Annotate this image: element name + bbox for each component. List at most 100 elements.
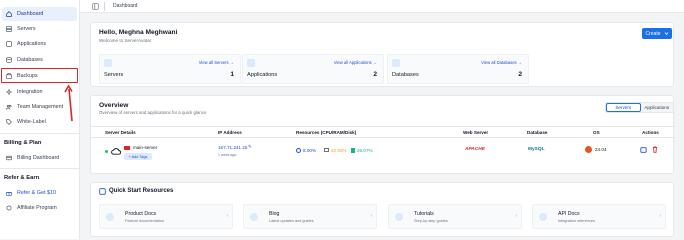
- sidebar-item-databases[interactable]: Databases: [2, 53, 77, 67]
- quick-start-card: Quick Start Resources Product Docs Featu…: [90, 182, 674, 237]
- sidebar-item-label: Integration: [17, 89, 43, 95]
- column-header: Web Server: [463, 130, 489, 135]
- stat-card-applications: View all Applications → Applications 2: [242, 54, 384, 84]
- chevron-down-icon: [664, 32, 668, 36]
- column-header: Actions: [642, 130, 659, 135]
- mysql-logo: MySQL: [528, 147, 545, 152]
- sidebar-item-affiliate[interactable]: Affiliate Program: [2, 201, 77, 215]
- sidebar-item-label: Refer & Get $10: [17, 190, 56, 196]
- flag-icon: [124, 146, 130, 150]
- team-icon: [6, 104, 12, 110]
- gift-icon: [6, 192, 12, 196]
- quick-start-title: Quick Start Resources: [109, 188, 174, 194]
- cpu-usage: 8.00%: [303, 148, 317, 153]
- tag-icon: [6, 119, 12, 125]
- arrow-right-icon: ›: [226, 213, 228, 219]
- created-ago: 1 week ago: [218, 153, 237, 157]
- ram-icon: [324, 148, 329, 152]
- sidebar-item-label: Servers: [17, 26, 36, 32]
- sidebar-item-label: Affiliate Program: [17, 205, 57, 211]
- stat-card-databases: View all Databases → Databases 2: [387, 54, 529, 84]
- os-version: 24.04: [595, 147, 607, 152]
- resource-title: Blog: [269, 211, 280, 217]
- view-all-servers-link[interactable]: View all Servers →: [199, 60, 234, 65]
- sidebar-item-servers[interactable]: Servers: [2, 22, 77, 36]
- sidebar-item-label: White-Label: [17, 119, 46, 125]
- top-bar: Dashboard: [80, 0, 684, 13]
- column-header: OS: [593, 130, 600, 135]
- ubuntu-icon: [585, 146, 592, 153]
- sidebar-toggle-icon: [91, 2, 99, 10]
- add-tags-button[interactable]: + Add Tags: [124, 153, 152, 160]
- view-all-applications-link[interactable]: View all Applications →: [334, 60, 377, 65]
- resource-title: Product Docs: [125, 211, 157, 217]
- sidebar-item-label: Backups: [17, 72, 38, 79]
- stat-label: Servers: [104, 72, 124, 78]
- stat-label: Databases: [392, 72, 419, 78]
- table-header: Server Details IP Address Resources (CPU…: [91, 126, 675, 138]
- overview-toggle: Servers Applications: [605, 102, 674, 113]
- topbar-separator: [104, 1, 105, 11]
- apps-icon: [6, 41, 12, 47]
- billing-icon: [6, 155, 12, 161]
- create-button[interactable]: Create: [642, 28, 672, 39]
- cpu-icon: [296, 148, 301, 153]
- apache-logo: APACHE: [465, 147, 485, 152]
- breadcrumb: Dashboard: [113, 3, 138, 9]
- tutorials-card[interactable]: Tutorials Step-by-step guides ›: [388, 204, 522, 229]
- column-header: Database: [527, 130, 548, 135]
- apps-icon: [247, 59, 255, 67]
- server-name[interactable]: main-server: [133, 145, 157, 150]
- sidebar-divider: [0, 133, 80, 134]
- overview-title: Overview: [99, 102, 129, 109]
- resource-subtitle: Integration references: [558, 219, 595, 223]
- ip-address[interactable]: 167.71.241.25: [218, 145, 247, 150]
- api-docs-card[interactable]: API Docs Integration references ›: [532, 204, 666, 229]
- sidebar-item-label: Team Management: [17, 104, 64, 110]
- sidebar-item-applications[interactable]: Applications: [2, 37, 77, 51]
- sidebar-item-label: Dashboard: [17, 11, 44, 17]
- column-header: Resources (CPU/RAM/Disk): [296, 130, 357, 135]
- integration-icon: [6, 89, 12, 95]
- blog-icon: [250, 213, 258, 221]
- product-docs-card[interactable]: Product Docs Feature documentation ›: [99, 204, 233, 229]
- tab-servers[interactable]: Servers: [606, 103, 641, 112]
- server-icon: [104, 59, 112, 67]
- resource-subtitle: Latest updates and guides: [269, 219, 314, 223]
- blog-card[interactable]: Blog Latest updates and guides ›: [243, 204, 377, 229]
- resource-title: API Docs: [558, 211, 580, 217]
- docs-icon: [106, 213, 114, 221]
- sidebar-item-dashboard[interactable]: Dashboard: [2, 7, 77, 21]
- tab-applications[interactable]: Applications: [640, 103, 673, 112]
- welcome-subtitle: Welcome to ServerAvatar: [99, 38, 152, 43]
- stat-value: 2: [373, 71, 377, 78]
- cloud-icon: [111, 148, 121, 155]
- table-row[interactable]: main-server + Add Tags 167.71.241.25 ✎ 1…: [91, 139, 675, 163]
- overview-subtitle: Overview of servers and applications for…: [99, 110, 207, 115]
- delete-icon[interactable]: [652, 146, 658, 153]
- ram-usage: 62.83%: [331, 148, 347, 153]
- sidebar: Dashboard Servers Applications Databases…: [0, 0, 80, 239]
- login-icon[interactable]: [640, 147, 647, 153]
- database-icon: [392, 59, 400, 67]
- stat-value: 1: [230, 71, 234, 78]
- server-icon: [6, 26, 12, 32]
- view-all-databases-link[interactable]: View all Databases →: [481, 60, 522, 65]
- affiliate-icon: [6, 205, 12, 211]
- disk-usage: 26.07%: [357, 148, 373, 153]
- arrow-right-icon: ›: [515, 213, 517, 219]
- stat-value: 2: [518, 71, 522, 78]
- resource-title: Tutorials: [414, 211, 434, 217]
- arrow-right-icon: ›: [659, 213, 661, 219]
- refer-section-title: Refer & Earn: [4, 175, 40, 181]
- sidebar-item-billing-dashboard[interactable]: Billing Dashboard: [2, 151, 77, 165]
- copy-icon[interactable]: ✎: [248, 144, 252, 150]
- sidebar-toggle-button[interactable]: [90, 2, 100, 11]
- resource-subtitle: Feature documentation: [125, 219, 165, 223]
- sidebar-item-label: Billing Dashboard: [17, 155, 60, 161]
- home-icon: [6, 11, 12, 17]
- sidebar-item-backups[interactable]: Backups: [1, 68, 78, 83]
- stat-label: Applications: [247, 72, 278, 78]
- sidebar-item-refer[interactable]: Refer & Get $10: [2, 186, 77, 200]
- column-header: Server Details: [105, 130, 136, 135]
